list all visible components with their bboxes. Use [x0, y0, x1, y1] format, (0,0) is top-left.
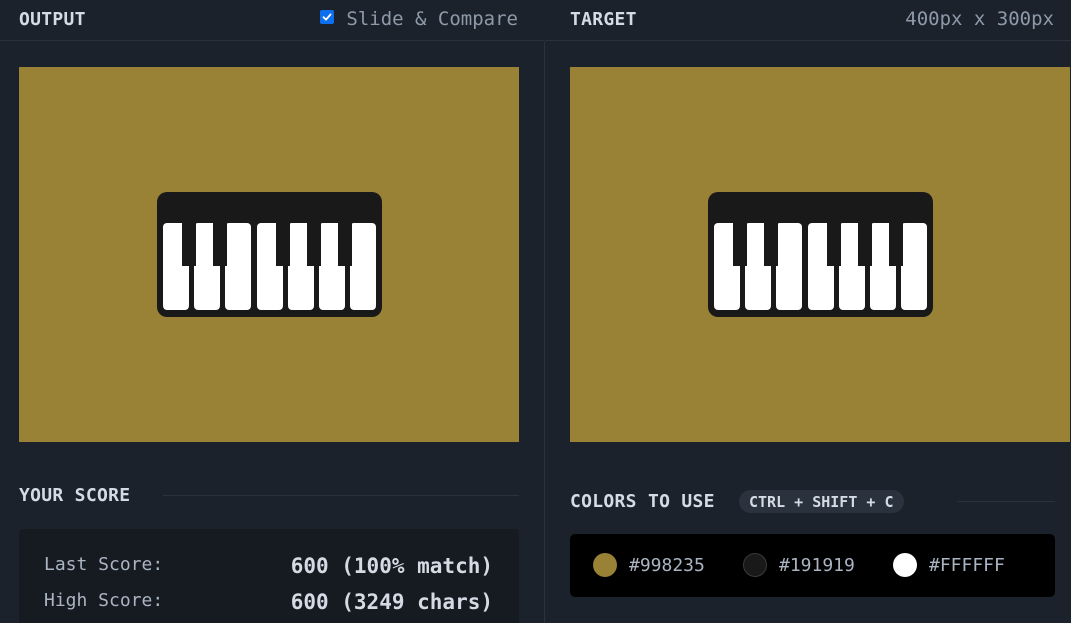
last-score-value: 600 (100% match): [290, 554, 493, 578]
color-hex-label: #FFFFFF: [929, 554, 1005, 576]
target-panel: TARGET 400px x 300px COLORS TO USE CTRL …: [545, 0, 1071, 623]
high-score-row: High Score: 600 (3249 chars): [44, 590, 493, 614]
piano-body: [157, 192, 382, 317]
checkmark-icon: [323, 13, 332, 21]
last-score-label: Last Score:: [44, 554, 164, 575]
slide-compare-checkbox[interactable]: [320, 10, 335, 24]
color-swatch: [743, 553, 767, 577]
color-item[interactable]: #FFFFFF: [893, 553, 1005, 577]
piano-black-key: [182, 223, 196, 266]
piano-black-key: [889, 223, 903, 266]
piano-black-key: [764, 223, 778, 266]
piano-white-key: [776, 223, 802, 310]
score-title: YOUR SCORE: [19, 485, 131, 506]
output-canvas[interactable]: [19, 67, 519, 442]
slide-compare-label: Slide & Compare: [346, 8, 518, 30]
color-hex-label: #191919: [779, 554, 855, 576]
colors-palette: #998235 #191919 #FFFFFF: [570, 534, 1055, 597]
colors-divider: [957, 501, 1055, 502]
target-header: TARGET 400px x 300px: [545, 0, 1071, 41]
high-score-value: 600 (3249 chars): [290, 590, 493, 614]
piano-black-key: [276, 223, 290, 266]
piano-body: [708, 192, 933, 317]
piano-black-key: [858, 223, 872, 266]
output-panel: OUTPUT Slide & Compare YOUR SCORE Last S…: [0, 0, 544, 623]
piano-black-key: [338, 223, 352, 266]
piano-black-key: [733, 223, 747, 266]
color-swatch: [893, 553, 917, 577]
piano-black-key: [827, 223, 841, 266]
piano-white-key: [901, 223, 927, 310]
piano-black-key: [213, 223, 227, 266]
copy-shortcut-badge: CTRL + SHIFT + C: [739, 490, 904, 513]
piano-black-key: [307, 223, 321, 266]
target-canvas: [570, 67, 1070, 442]
score-box: Last Score: 600 (100% match) High Score:…: [19, 529, 519, 623]
color-hex-label: #998235: [629, 554, 705, 576]
piano-white-key: [225, 223, 251, 310]
color-swatch: [593, 553, 617, 577]
color-item[interactable]: #191919: [743, 553, 855, 577]
last-score-row: Last Score: 600 (100% match): [44, 554, 493, 578]
target-dimensions: 400px x 300px: [905, 8, 1054, 30]
score-divider: [163, 495, 519, 496]
target-title: TARGET: [570, 9, 637, 30]
output-header: OUTPUT Slide & Compare: [0, 0, 544, 41]
color-item[interactable]: #998235: [593, 553, 705, 577]
piano-white-key: [350, 223, 376, 310]
colors-title: COLORS TO USE: [570, 491, 715, 512]
slide-compare-toggle[interactable]: Slide & Compare: [320, 8, 518, 30]
output-title: OUTPUT: [19, 9, 86, 30]
high-score-label: High Score:: [44, 590, 164, 611]
